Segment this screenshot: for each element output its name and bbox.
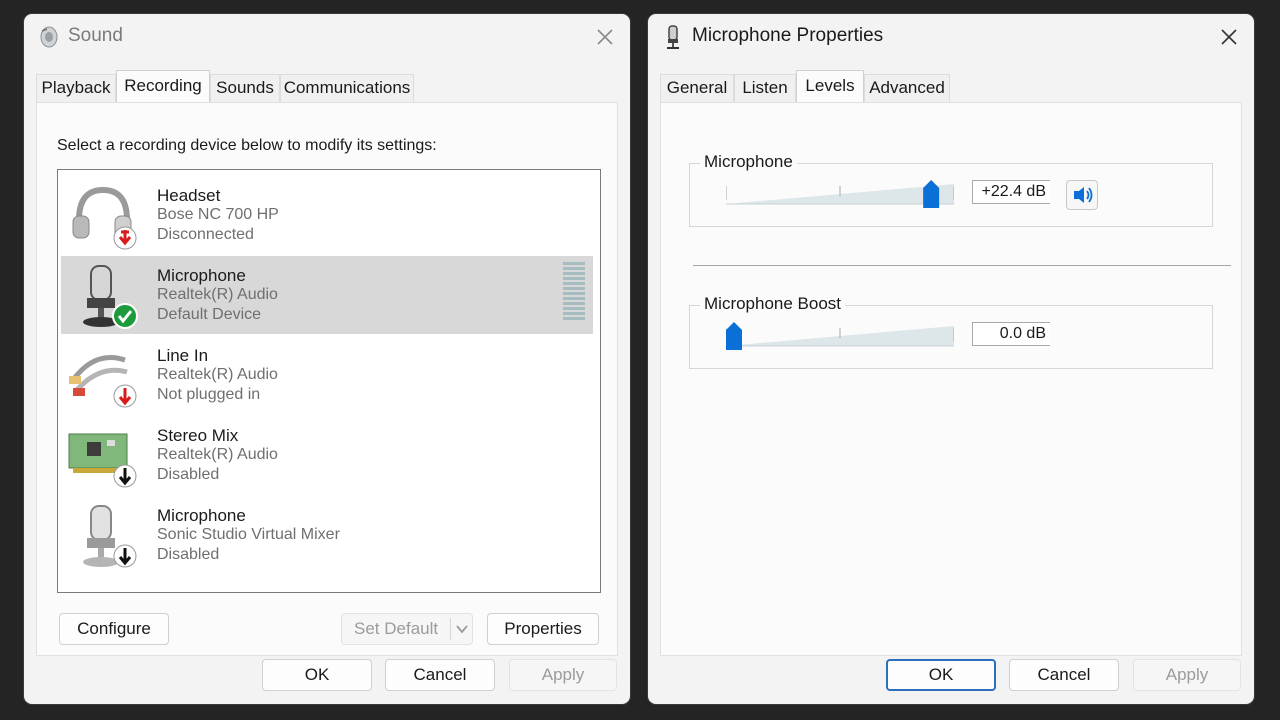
microphone-level-value[interactable]: +22.4 dB: [972, 180, 1050, 204]
sound-window-title: Sound: [68, 25, 123, 46]
instruction-text: Select a recording device below to modif…: [57, 137, 437, 154]
close-icon[interactable]: [1216, 24, 1242, 50]
set-default-label: Set Default: [354, 619, 439, 638]
apply-button[interactable]: Apply: [1133, 659, 1241, 691]
device-name: Microphone: [157, 506, 246, 525]
device-name: Microphone: [157, 266, 246, 285]
device-name: Stereo Mix: [157, 426, 239, 445]
mic-titlebar: Microphone Properties: [648, 14, 1254, 62]
microphone-boost-slider[interactable]: [726, 322, 954, 352]
tab-recording[interactable]: Recording: [116, 70, 210, 102]
tab-listen[interactable]: Listen: [734, 74, 796, 102]
microphone-level-group: Microphone +22.4 dB: [689, 152, 1213, 227]
device-status: Disabled: [157, 546, 220, 563]
speaker-icon: [1074, 187, 1093, 203]
microphone-icon: [667, 25, 679, 49]
microphone-properties-dialog: Microphone Properties General Listen Lev…: [648, 14, 1254, 704]
separator: [693, 265, 1231, 266]
device-status: Disconnected: [157, 226, 254, 243]
device-driver: Sonic Studio Virtual Mixer: [157, 526, 340, 543]
sound-titlebar: Sound: [24, 14, 630, 62]
mute-toggle-button[interactable]: [1066, 180, 1098, 210]
device-driver: Realtek(R) Audio: [157, 446, 278, 463]
device-status: Default Device: [157, 306, 262, 323]
device-driver: Realtek(R) Audio: [157, 366, 278, 383]
list-item[interactable]: Headset Bose NC 700 HP Disconnected: [61, 176, 593, 254]
microphone-level-slider[interactable]: [726, 180, 954, 210]
headset-icon: [72, 186, 137, 250]
ok-button[interactable]: OK: [262, 659, 372, 691]
apply-button[interactable]: Apply: [509, 659, 617, 691]
device-driver: Realtek(R) Audio: [157, 286, 278, 303]
device-name: Headset: [157, 186, 221, 205]
microphone-icon: [83, 265, 138, 329]
cancel-button[interactable]: Cancel: [385, 659, 495, 691]
device-driver: Bose NC 700 HP: [157, 206, 279, 223]
device-status: Not plugged in: [157, 386, 261, 403]
level-meter: [563, 262, 585, 324]
tab-sounds[interactable]: Sounds: [210, 74, 280, 102]
list-item[interactable]: Stereo Mix Realtek(R) Audio Disabled: [61, 416, 593, 494]
ok-button[interactable]: OK: [886, 659, 996, 691]
tab-communications[interactable]: Communications: [280, 74, 414, 102]
microphone-icon: [83, 505, 137, 568]
slider-thumb[interactable]: [726, 322, 742, 350]
chevron-down-icon[interactable]: [450, 618, 472, 640]
properties-button[interactable]: Properties: [487, 613, 599, 645]
configure-button[interactable]: Configure: [59, 613, 169, 645]
device-list: Headset Bose NC 700 HP Disconnected Micr…: [57, 169, 601, 593]
tab-levels[interactable]: Levels: [796, 70, 864, 102]
device-status: Disabled: [157, 466, 220, 483]
recording-panel: Select a recording device below to modif…: [36, 102, 618, 656]
speaker-app-icon: [40, 26, 58, 48]
microphone-boost-value[interactable]: 0.0 dB: [972, 322, 1050, 346]
mic-window-title: Microphone Properties: [692, 25, 884, 46]
tab-advanced[interactable]: Advanced: [864, 74, 950, 102]
list-item-selected[interactable]: Microphone Realtek(R) Audio Default Devi…: [61, 256, 593, 334]
device-name: Line In: [157, 346, 209, 365]
slider-thumb[interactable]: [923, 180, 940, 208]
tab-general[interactable]: General: [660, 74, 734, 102]
list-item[interactable]: Line In Realtek(R) Audio Not plugged in: [61, 336, 593, 414]
cancel-button[interactable]: Cancel: [1009, 659, 1119, 691]
microphone-boost-group: Microphone Boost 0.0 dB: [689, 294, 1213, 369]
set-default-button[interactable]: Set Default: [341, 613, 473, 645]
levels-panel: Microphone +22.4 dB Microphone Boost 0.0…: [660, 102, 1242, 656]
sound-card-icon: [68, 433, 137, 488]
sound-dialog: Sound Playback Recording Sounds Communic…: [24, 14, 630, 704]
microphone-level-label: Microphone: [700, 152, 797, 172]
list-item[interactable]: Microphone Sonic Studio Virtual Mixer Di…: [61, 496, 593, 574]
audio-cable-icon: [69, 355, 137, 408]
tab-playback[interactable]: Playback: [36, 74, 116, 102]
microphone-boost-label: Microphone Boost: [700, 294, 846, 314]
close-icon[interactable]: [592, 24, 618, 50]
